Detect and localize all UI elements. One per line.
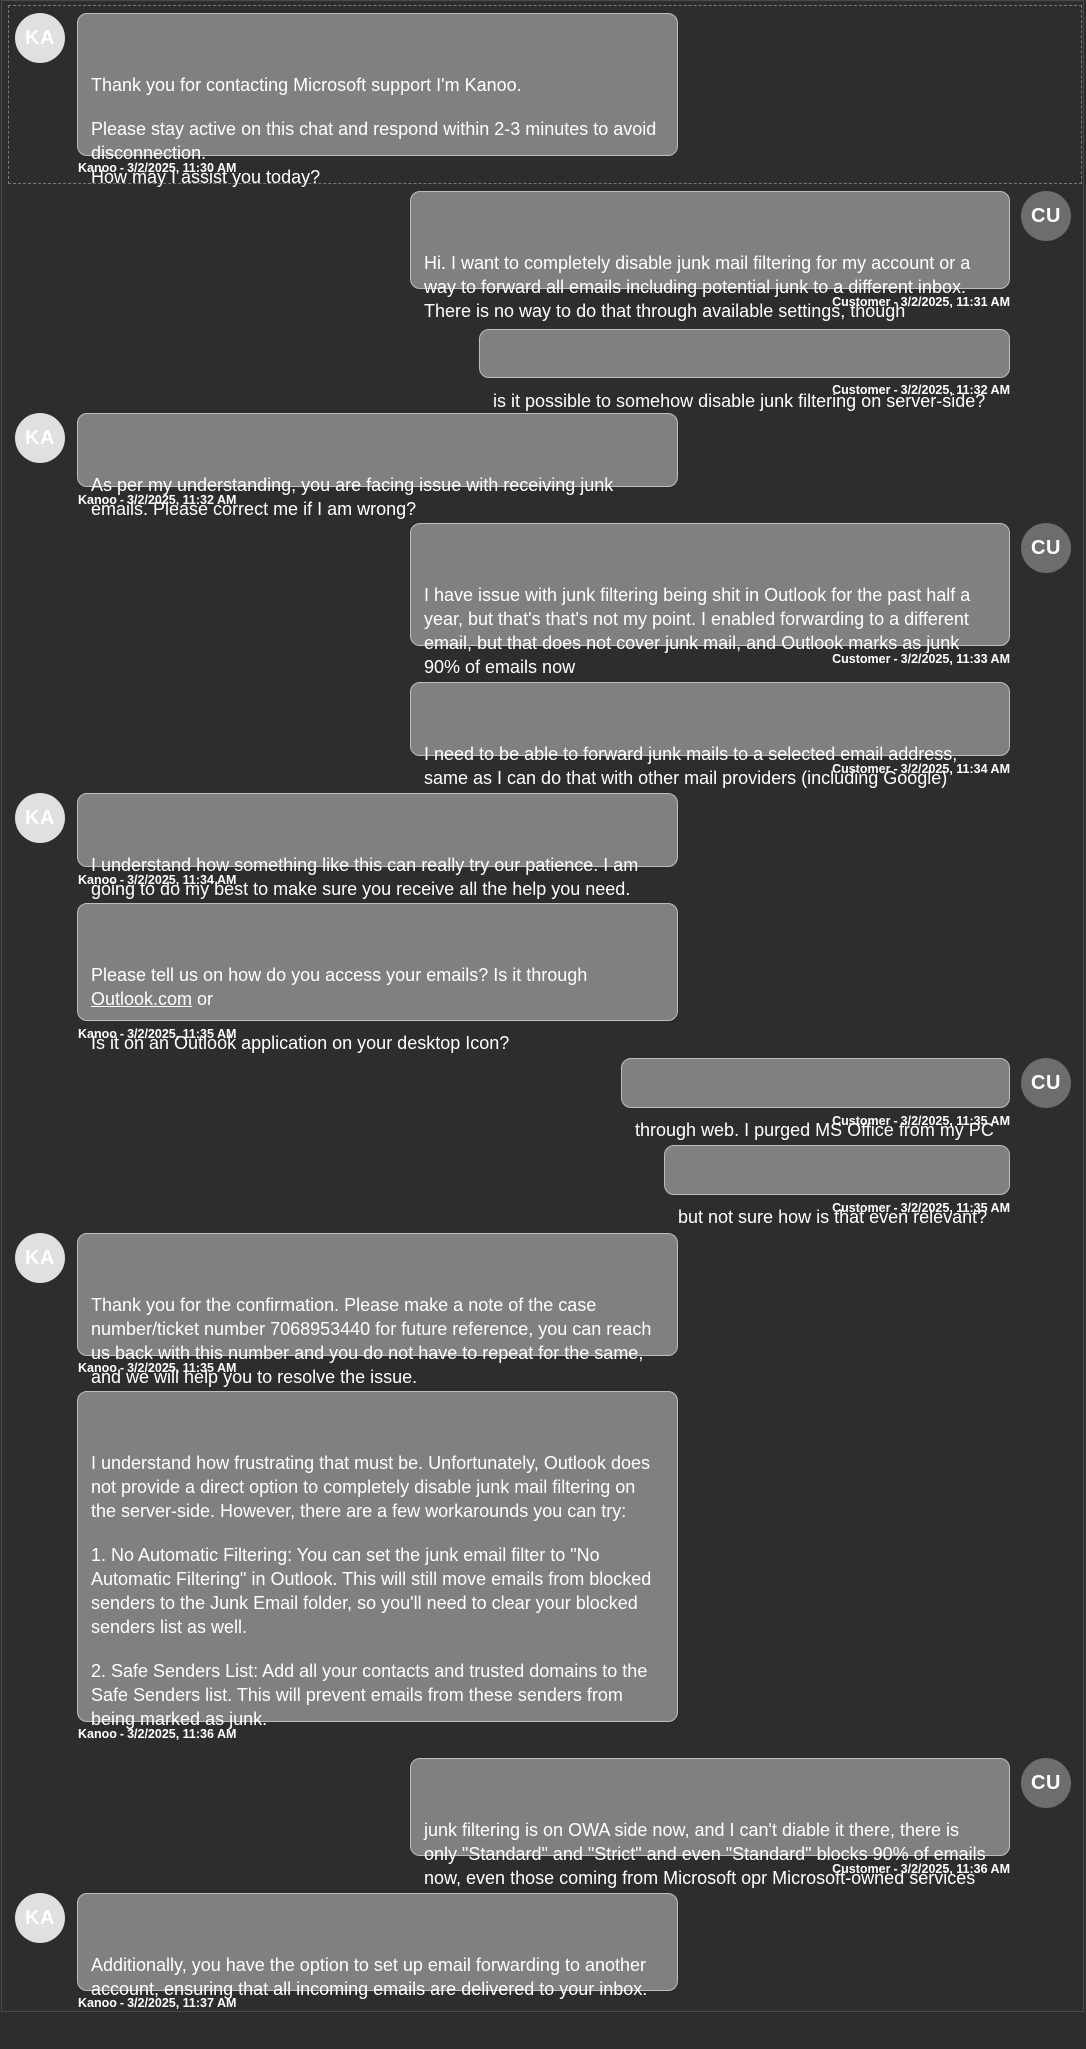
message-meta: Customer -3/2/2025, 11:34 AM	[832, 762, 1010, 776]
sender-name: Kanoo	[78, 1027, 117, 1041]
agent-avatar: KA	[15, 13, 65, 63]
message-bubble: through web. I purged MS Office from my …	[621, 1058, 1010, 1140]
message-meta: Kanoo -3/2/2025, 11:30 AM	[78, 161, 237, 175]
message-text-part: or	[192, 989, 214, 1009]
sender-name: Kanoo	[78, 161, 117, 175]
message-bubble: As per my understanding, you are facing …	[77, 413, 678, 519]
customer-avatar: CU	[1021, 1758, 1071, 1808]
message-meta: Kanoo -3/2/2025, 11:37 AM	[78, 1996, 237, 2010]
chat-transcript: KA Thank you for contacting Microsoft su…	[1, 0, 1084, 2012]
sender-name: Customer	[832, 1114, 891, 1128]
message-text: Hi. I want to completely disable junk ma…	[424, 253, 976, 321]
outlook-link[interactable]: Outlook.com	[91, 989, 192, 1009]
message-text: I understand how frustrating that must b…	[91, 1453, 655, 1521]
timestamp: 3/2/2025, 11:35 AM	[900, 1114, 1010, 1128]
sender-name: Customer	[832, 762, 891, 776]
customer-avatar: CU	[1021, 523, 1071, 573]
timestamp: 3/2/2025, 11:36 AM	[900, 1862, 1010, 1876]
message-text: Additionally, you have the option to set…	[91, 1955, 652, 1999]
agent-avatar: KA	[15, 1893, 65, 1943]
sender-name: Kanoo	[78, 873, 117, 887]
message-meta: Customer -3/2/2025, 11:35 AM	[832, 1114, 1010, 1128]
timestamp: 3/2/2025, 11:34 AM	[127, 873, 237, 887]
message-text: Please tell us on how do you access your…	[91, 963, 664, 1011]
message-meta: Kanoo -3/2/2025, 11:35 AM	[78, 1027, 237, 1041]
message-bubble: Hi. I want to completely disable junk ma…	[410, 191, 1010, 321]
timestamp: 3/2/2025, 11:36 AM	[127, 1727, 237, 1741]
customer-avatar: CU	[1021, 1058, 1071, 1108]
message-bubble: I need to be able to forward junk mails …	[410, 682, 1010, 788]
message-text: junk filtering is on OWA side now, and I…	[424, 1820, 991, 1888]
message-bubble: junk filtering is on OWA side now, and I…	[410, 1758, 1010, 1888]
message-text: 1. No Automatic Filtering: You can set t…	[91, 1545, 657, 1637]
agent-avatar: KA	[15, 413, 65, 463]
message-meta: Customer -3/2/2025, 11:36 AM	[832, 1862, 1010, 1876]
sender-name: Customer	[832, 295, 891, 309]
agent-avatar: KA	[15, 1233, 65, 1283]
message-meta: Customer -3/2/2025, 11:31 AM	[832, 295, 1010, 309]
message-bubble: Thank you for the confirmation. Please m…	[77, 1233, 678, 1387]
message-meta: Kanoo -3/2/2025, 11:32 AM	[78, 493, 237, 507]
message-meta: Customer -3/2/2025, 11:35 AM	[832, 1201, 1010, 1215]
sender-name: Kanoo	[78, 1727, 117, 1741]
message-bubble: I have issue with junk filtering being s…	[410, 523, 1010, 677]
message-meta: Kanoo -3/2/2025, 11:36 AM	[78, 1727, 237, 1741]
timestamp: 3/2/2025, 11:35 AM	[127, 1361, 237, 1375]
timestamp: 3/2/2025, 11:37 AM	[127, 1996, 237, 2010]
message-meta: Customer -3/2/2025, 11:33 AM	[832, 652, 1010, 666]
message-bubble: I understand how something like this can…	[77, 793, 678, 899]
sender-name: Kanoo	[78, 493, 117, 507]
message-text-part: Please tell us on how do you access your…	[91, 965, 593, 985]
message-meta: Kanoo -3/2/2025, 11:34 AM	[78, 873, 237, 887]
message-meta: Customer -3/2/2025, 11:32 AM	[832, 383, 1010, 397]
sender-name: Customer	[832, 1201, 891, 1215]
message-text: Please stay active on this chat and resp…	[91, 119, 657, 187]
sender-name: Customer	[832, 383, 891, 397]
message-bubble: Additionally, you have the option to set…	[77, 1893, 678, 1999]
message-text: Thank you for contacting Microsoft suppo…	[91, 75, 522, 95]
message-meta: Kanoo -3/2/2025, 11:35 AM	[78, 1361, 237, 1375]
message-bubble: Please tell us on how do you access your…	[77, 903, 678, 1053]
timestamp: 3/2/2025, 11:33 AM	[900, 652, 1010, 666]
sender-name: Customer	[832, 1862, 891, 1876]
timestamp: 3/2/2025, 11:35 AM	[900, 1201, 1010, 1215]
message-bubble: I understand how frustrating that must b…	[77, 1391, 678, 1729]
timestamp: 3/2/2025, 11:35 AM	[127, 1027, 237, 1041]
sender-name: Kanoo	[78, 1996, 117, 2010]
timestamp: 3/2/2025, 11:31 AM	[900, 295, 1010, 309]
agent-avatar: KA	[15, 793, 65, 843]
message-bubble: is it possible to somehow disable junk f…	[479, 329, 1010, 411]
timestamp: 3/2/2025, 11:34 AM	[900, 762, 1010, 776]
message-bubble: but not sure how is that even relevant?	[664, 1145, 1010, 1227]
timestamp: 3/2/2025, 11:32 AM	[900, 383, 1010, 397]
message-text: 2. Safe Senders List: Add all your conta…	[91, 1661, 653, 1729]
customer-avatar: CU	[1021, 191, 1071, 241]
sender-name: Kanoo	[78, 1361, 117, 1375]
message-bubble: Thank you for contacting Microsoft suppo…	[77, 13, 678, 187]
sender-name: Customer	[832, 652, 891, 666]
timestamp: 3/2/2025, 11:32 AM	[127, 493, 237, 507]
timestamp: 3/2/2025, 11:30 AM	[127, 161, 237, 175]
